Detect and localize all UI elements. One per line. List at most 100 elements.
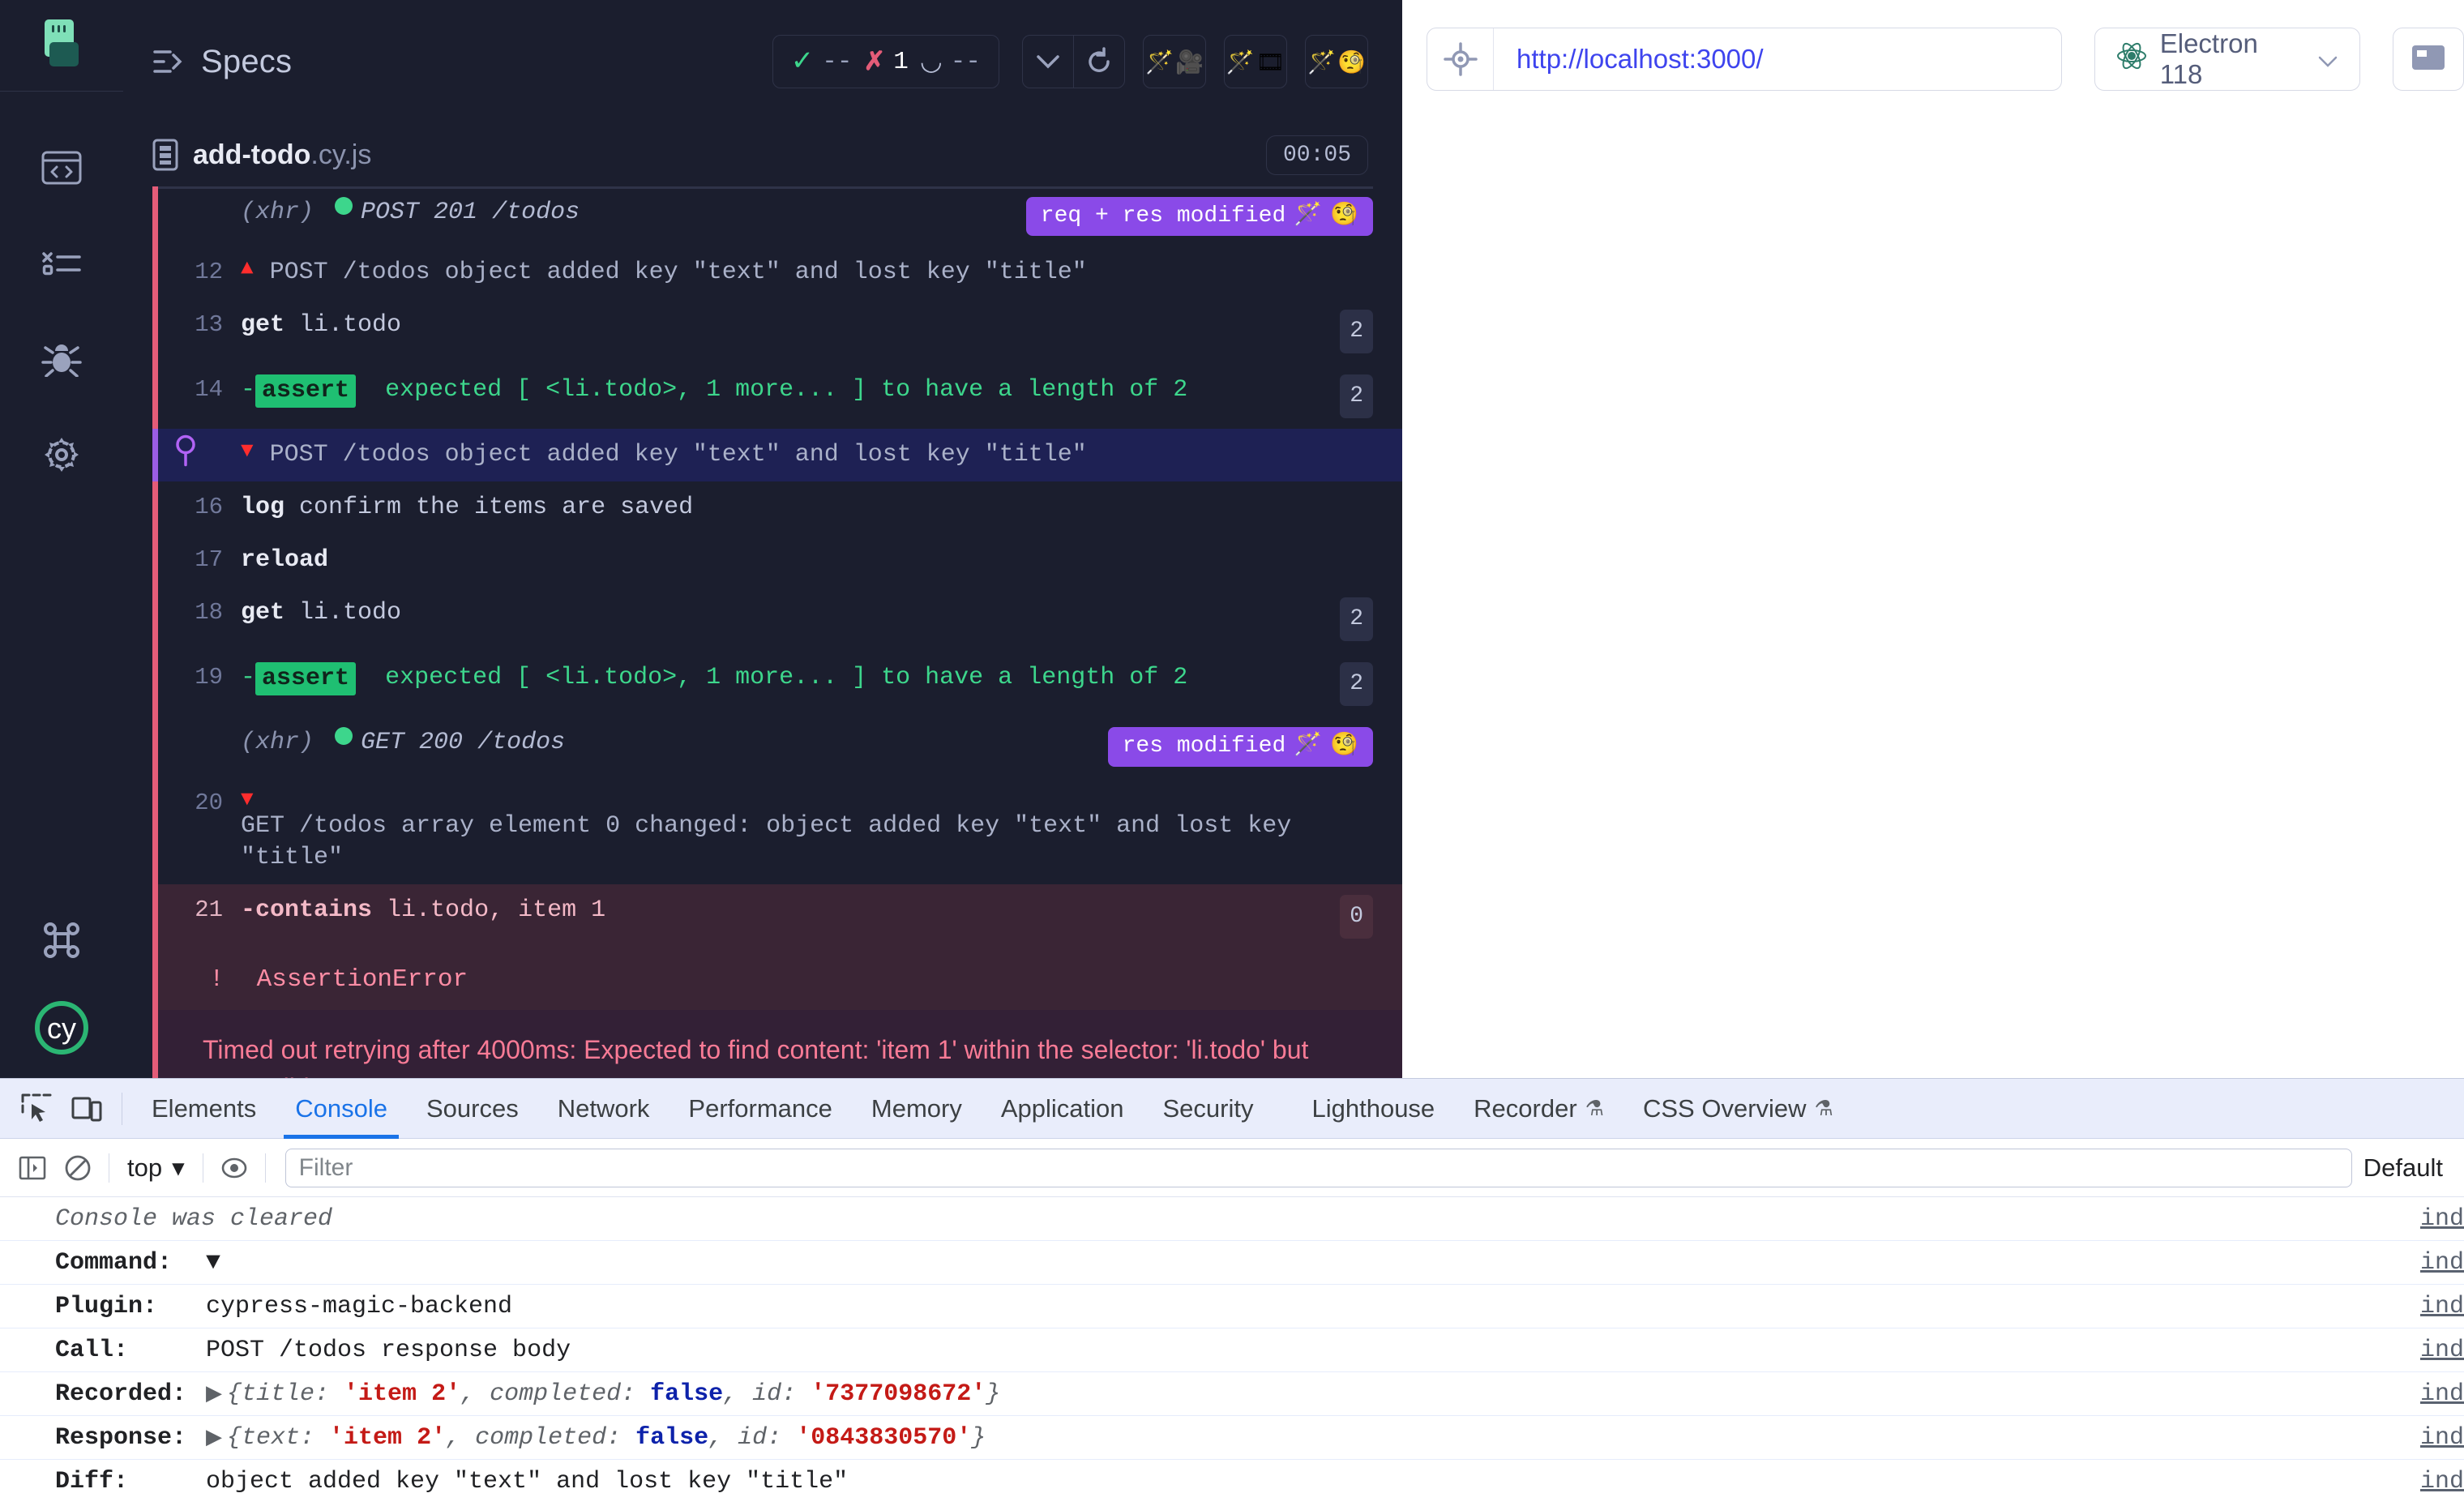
warning-triangle-up-icon: ▲: [241, 256, 254, 281]
stat-failed-count: 1: [893, 47, 909, 76]
specs-browser-icon[interactable]: [39, 145, 84, 190]
magic-studio-camera-button[interactable]: 🪄 🎥: [1143, 35, 1206, 88]
execution-context-selector[interactable]: top ▾: [118, 1153, 195, 1183]
settings-gear-icon[interactable]: [39, 432, 84, 477]
spec-file-row[interactable]: add-todo.cy.js 00:05: [123, 123, 1402, 186]
viewport-size-button[interactable]: [2392, 28, 2464, 91]
xhr-modified-badge[interactable]: req + res modified 🪄 🧐: [1025, 197, 1373, 237]
command-result-count: 0: [1340, 895, 1373, 939]
command-row-xhr-get[interactable]: (xhr) GET 200 /todos res modified 🪄 🧐: [152, 717, 1402, 777]
command-row-reload-17[interactable]: 17 reload: [152, 534, 1402, 587]
file-icon: [152, 139, 178, 171]
command-body: - assert expected [ <li.todo>, 1 more... …: [241, 662, 1340, 696]
command-number: 16: [195, 494, 223, 521]
tab-css-overview[interactable]: CSS Overview ⚗: [1623, 1079, 1853, 1139]
command-keyword: log: [241, 494, 285, 522]
command-row-diff-post[interactable]: 12 ▲ POST /todos object added key "text"…: [152, 246, 1402, 299]
magic-film-button[interactable]: 🪄 🎞: [1224, 35, 1287, 88]
log-source-link[interactable]: ind: [2420, 1205, 2464, 1233]
command-row-assert-19[interactable]: 19 - assert expected [ <li.todo>, 1 more.…: [152, 652, 1402, 717]
browser-selector[interactable]: Electron 118: [2094, 28, 2360, 91]
log-row-diff: Diff: object added key "text" and lost k…: [0, 1460, 2464, 1504]
chevron-down-icon: ▾: [172, 1153, 185, 1182]
command-row-pinned-diff[interactable]: ▼ POST /todos object added key "text" an…: [152, 429, 1402, 482]
log-label: Plugin:: [55, 1292, 158, 1320]
tab-elements[interactable]: Elements: [132, 1079, 276, 1139]
chevron-down-icon[interactable]: [1023, 36, 1073, 88]
command-body: - assert expected [ <li.todo>, 1 more... …: [241, 374, 1340, 409]
tab-label: Security: [1162, 1093, 1254, 1123]
disclosure-triangle-icon[interactable]: ▶: [206, 1426, 222, 1450]
monocle-face-icon: 🧐: [1330, 734, 1358, 759]
assert-text: expected [ <li.todo>, 1 more... ] to hav…: [385, 664, 1188, 692]
log-value: object added key "text" and lost key "ti…: [206, 1468, 849, 1495]
chevron-down-icon: [2317, 44, 2338, 75]
clear-console-icon[interactable]: [55, 1145, 101, 1191]
status-dot-icon: [335, 727, 353, 746]
console-level-selector[interactable]: Default: [2363, 1153, 2454, 1183]
log-row-plugin: Plugin: cypress-magic-backend ind: [0, 1285, 2464, 1328]
xhr-badge-label: req + res modified: [1040, 203, 1286, 229]
cypress-badge-icon[interactable]: [38, 18, 85, 68]
command-row-diff-get[interactable]: 20 ▼ GET /todos array element 0 changed:…: [152, 777, 1402, 885]
xhr-modified-badge[interactable]: res modified 🪄 🧐: [1107, 727, 1373, 767]
specs-arrow-icon[interactable]: [152, 48, 185, 75]
tab-label: Lighthouse: [1311, 1093, 1435, 1123]
command-body: ▼ POST /todos object added key "text" an…: [241, 439, 1373, 471]
command-result-count: 2: [1340, 662, 1373, 707]
tab-application[interactable]: Application: [982, 1079, 1144, 1139]
command-row-get-18[interactable]: 18 get li.todo 2: [152, 587, 1402, 652]
reporter-controls-group: [1022, 35, 1125, 88]
tab-security[interactable]: Security: [1144, 1079, 1273, 1139]
log-source-link[interactable]: ind: [2420, 1337, 2464, 1364]
disclosure-triangle-icon[interactable]: ▶: [206, 1382, 222, 1406]
cypress-logo-icon[interactable]: cy: [32, 999, 91, 1057]
log-label: Command:: [55, 1248, 173, 1277]
tab-sources[interactable]: Sources: [407, 1079, 538, 1139]
command-row-get-13[interactable]: 13 get li.todo 2: [152, 299, 1402, 364]
json-string: '0843830570': [796, 1423, 972, 1452]
tab-lighthouse[interactable]: Lighthouse: [1292, 1079, 1454, 1139]
command-number: 12: [195, 259, 223, 286]
log-source-link[interactable]: ind: [2420, 1249, 2464, 1277]
url-text[interactable]: http://localhost:3000/: [1494, 44, 1764, 75]
tab-label: Network: [557, 1093, 650, 1123]
xhr-badge-label: res modified: [1122, 734, 1286, 759]
assert-text: expected [ <li.todo>, 1 more... ] to hav…: [385, 376, 1188, 404]
command-row-log-16[interactable]: 16 log confirm the items are saved: [152, 481, 1402, 534]
url-bar[interactable]: http://localhost:3000/: [1427, 28, 2062, 91]
magic-backend-button[interactable]: 🪄 🧐: [1305, 35, 1368, 88]
inspect-element-icon[interactable]: [11, 1084, 62, 1134]
command-row-contains-21[interactable]: 21 -contains li.todo, item 1 0: [152, 884, 1402, 950]
command-body: get li.todo: [241, 597, 1340, 629]
log-source-link[interactable]: ind: [2420, 1424, 2464, 1452]
tab-memory[interactable]: Memory: [852, 1079, 982, 1139]
stat-pending-count: --: [950, 47, 981, 76]
command-row-assert-14[interactable]: 14 - assert expected [ <li.todo>, 1 more.…: [152, 364, 1402, 429]
debug-bug-icon[interactable]: [39, 336, 84, 382]
command-body: -contains li.todo, item 1: [241, 895, 1340, 926]
device-toolbar-icon[interactable]: [62, 1084, 112, 1134]
selector-playground-icon[interactable]: [1427, 28, 1494, 90]
tab-recorder[interactable]: Recorder ⚗: [1454, 1079, 1623, 1139]
keyboard-shortcuts-icon[interactable]: [39, 918, 84, 963]
devtools-tabbar: Elements Console Sources Network Perform…: [0, 1079, 2464, 1139]
restart-icon[interactable]: [1074, 36, 1124, 88]
test-stats-group: ✓ -- ✗ 1 ◡ --: [772, 35, 999, 88]
command-result-count: 2: [1340, 310, 1373, 354]
console-sidebar-toggle-icon[interactable]: [10, 1145, 55, 1191]
tab-network[interactable]: Network: [538, 1079, 669, 1139]
log-source-link[interactable]: ind: [2420, 1468, 2464, 1495]
live-expression-eye-icon[interactable]: [212, 1145, 257, 1191]
spec-timer: 00:05: [1265, 135, 1368, 175]
tab-performance[interactable]: Performance: [669, 1079, 851, 1139]
log-source-link[interactable]: ind: [2420, 1293, 2464, 1320]
runs-list-icon[interactable]: [39, 241, 84, 286]
command-row-xhr-post[interactable]: (xhr) POST 201 /todos req + res modified…: [152, 186, 1402, 246]
browser-name: Electron 118: [2159, 28, 2258, 89]
tab-console[interactable]: Console: [276, 1079, 407, 1139]
log-source-link[interactable]: ind: [2420, 1380, 2464, 1408]
command-argument: confirm the items are saved: [299, 494, 694, 522]
log-label: Recorded:: [55, 1380, 187, 1408]
console-filter-input[interactable]: Filter: [284, 1148, 2352, 1187]
